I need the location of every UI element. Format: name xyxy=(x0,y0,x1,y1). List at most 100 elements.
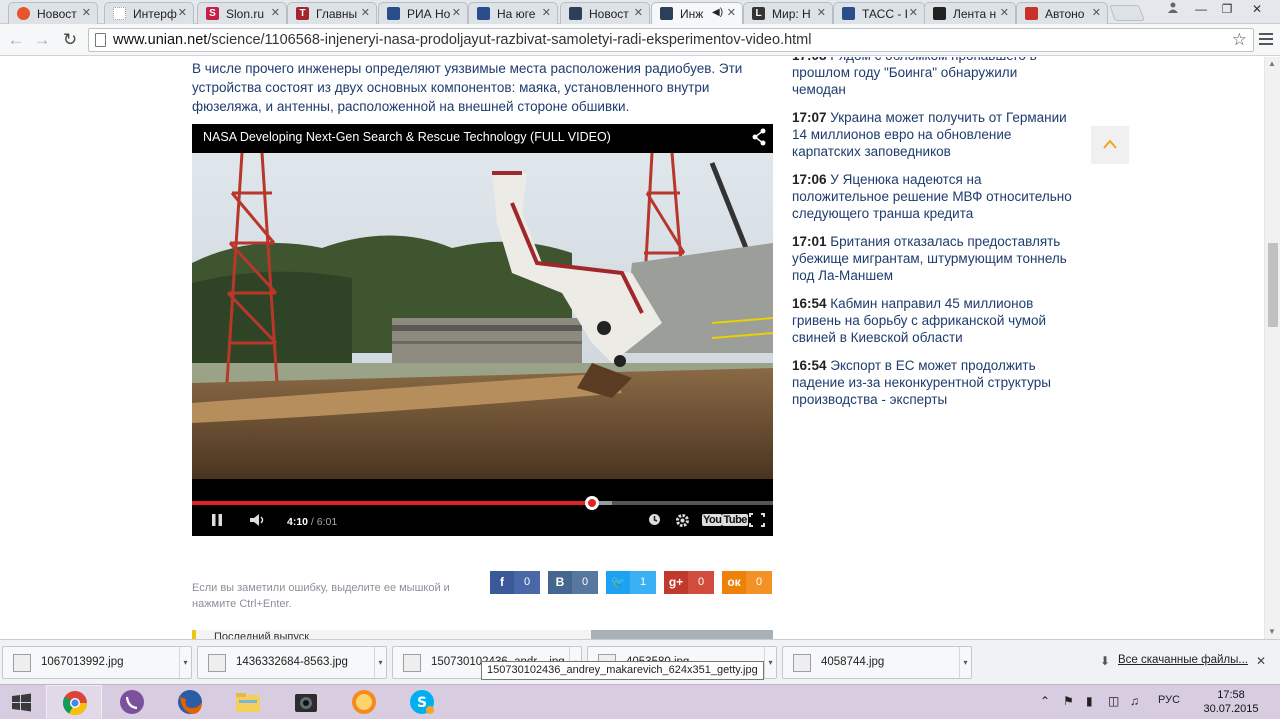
vkontakte-share-button[interactable]: В0 xyxy=(548,571,598,594)
share-icon[interactable] xyxy=(751,128,767,146)
browser-tab[interactable]: Автоно ✕ xyxy=(1016,2,1108,24)
scroll-down-icon[interactable]: ▼ xyxy=(1268,627,1276,636)
news-item[interactable]: 16:54 Кабмин направил 45 миллионов гриве… xyxy=(792,295,1074,346)
watch-later-icon[interactable] xyxy=(648,513,661,529)
tab-close-icon[interactable]: ✕ xyxy=(909,6,918,19)
chrome-menu-icon[interactable] xyxy=(1258,30,1274,50)
browser-tab[interactable]: ТАСС - I ✕ xyxy=(833,2,925,24)
close-window-icon[interactable]: ✕ xyxy=(1240,0,1274,20)
scroll-to-top-button[interactable] xyxy=(1091,126,1129,164)
twitter-share-button[interactable]: 🐦 1 xyxy=(606,571,656,594)
browser-tab[interactable]: Лента н ✕ xyxy=(924,2,1016,24)
forward-icon[interactable]: → xyxy=(32,30,52,50)
browser-tab[interactable]: Новост ✕ xyxy=(8,2,98,24)
tab-close-icon[interactable]: ✕ xyxy=(271,6,280,19)
bookmark-star-icon[interactable]: ☆ xyxy=(1232,30,1247,50)
news-item[interactable]: 17:01 Британия отказалась предоставлять … xyxy=(792,233,1074,284)
news-time: 17:07 xyxy=(792,110,827,125)
language-indicator[interactable]: РУС xyxy=(1158,694,1180,706)
pause-icon[interactable] xyxy=(210,513,224,530)
news-headline[interactable]: Рядом с обломком пропавшего в прошлом го… xyxy=(792,57,1037,97)
close-downloads-icon[interactable]: ✕ xyxy=(1256,654,1266,668)
address-url[interactable]: www.unian.net/science/1106568-injeneryi-… xyxy=(113,32,811,48)
address-bar[interactable]: www.unian.net/science/1106568-injeneryi-… xyxy=(88,28,1254,52)
restore-icon[interactable]: ❐ xyxy=(1214,0,1240,20)
browser-tab[interactable]: На юге ✕ xyxy=(468,2,558,24)
file-explorer-icon[interactable] xyxy=(220,685,276,720)
tab-close-icon[interactable]: ✕ xyxy=(361,6,370,19)
news-item[interactable]: 17:06 У Яценюка надеются на положительно… xyxy=(792,171,1074,222)
browser-tab[interactable]: РИА Но ✕ xyxy=(378,2,468,24)
tab-close-icon[interactable]: ✕ xyxy=(1092,6,1101,19)
download-menu-arrow-icon[interactable]: ▾ xyxy=(179,647,191,678)
odnoklassniki-share-button[interactable]: ок 0 xyxy=(722,571,772,594)
news-headline[interactable]: Экспорт в ЕС может продолжить падение из… xyxy=(792,358,1051,407)
firefox-icon[interactable] xyxy=(162,685,218,720)
download-item[interactable]: 4058744.jpg ▾ xyxy=(782,646,972,679)
scrollbar-thumb[interactable] xyxy=(1268,243,1278,327)
video-player[interactable]: NASA Developing Next-Gen Search & Rescue… xyxy=(192,124,773,536)
tab-close-icon[interactable]: ✕ xyxy=(727,6,736,19)
volume-tray-icon[interactable]: ♫ xyxy=(1130,694,1139,708)
news-headline[interactable]: Украина может получить от Германии 14 ми… xyxy=(792,110,1067,159)
video-title[interactable]: NASA Developing Next-Gen Search & Rescue… xyxy=(203,130,611,144)
news-item[interactable]: 17:08 Рядом с обломком пропавшего в прош… xyxy=(792,57,1074,98)
next-block-heading[interactable]: Последний выпуск xyxy=(192,630,592,639)
tab-title: На юге xyxy=(497,7,536,21)
next-block-image[interactable] xyxy=(591,630,773,639)
start-icon[interactable] xyxy=(0,685,44,720)
facebook-share-button[interactable]: f0 xyxy=(490,571,540,594)
tab-title: Лента н xyxy=(953,7,997,21)
video-progress-track[interactable] xyxy=(192,496,773,510)
youtube-logo[interactable]: You Tube xyxy=(702,514,748,526)
flag-icon[interactable]: ⚑ xyxy=(1063,694,1074,708)
browser-tab[interactable]: Новост ✕ xyxy=(560,2,650,24)
chat-app-icon[interactable] xyxy=(336,685,392,720)
scroll-up-icon[interactable]: ▲ xyxy=(1268,59,1276,68)
news-headline[interactable]: Британия отказалась предоставлять убежищ… xyxy=(792,234,1067,283)
download-item[interactable]: 1067013992.jpg ▾ xyxy=(2,646,192,679)
tab-close-icon[interactable]: ✕ xyxy=(452,6,461,19)
user-icon[interactable] xyxy=(1160,0,1186,20)
video-scrubber-handle[interactable] xyxy=(584,496,599,510)
news-headline[interactable]: Кабмин направил 45 миллионов гривень на … xyxy=(792,296,1046,345)
reload-icon[interactable]: ↻ xyxy=(60,30,80,50)
download-menu-arrow-icon[interactable]: ▾ xyxy=(764,647,776,678)
news-headline[interactable]: У Яценюка надеются на положительное реше… xyxy=(792,172,1072,221)
tab-close-icon[interactable]: ✕ xyxy=(82,6,91,19)
tab-close-icon[interactable]: ✕ xyxy=(542,6,551,19)
video-time-current: 4:10 xyxy=(287,516,309,528)
browser-tab[interactable]: T Главны ✕ xyxy=(287,2,377,24)
news-item[interactable]: 16:54 Экспорт в ЕС может продолжить паде… xyxy=(792,357,1074,408)
browser-tab[interactable]: L Мир: Н ✕ xyxy=(743,2,833,24)
video-frame[interactable] xyxy=(192,153,773,479)
download-menu-arrow-icon[interactable]: ▾ xyxy=(959,647,971,678)
download-menu-arrow-icon[interactable]: ▾ xyxy=(374,647,386,678)
minimize-icon[interactable]: — xyxy=(1188,0,1214,20)
page-scrollbar[interactable]: ▲ ▼ xyxy=(1264,57,1280,639)
tab-close-icon[interactable]: ✕ xyxy=(178,6,187,19)
camera-app-icon[interactable] xyxy=(278,685,334,720)
tray-chevron-icon[interactable]: ⌃ xyxy=(1040,694,1050,708)
skype-icon[interactable]: S xyxy=(394,685,450,720)
tab-close-icon[interactable]: ✕ xyxy=(634,6,643,19)
settings-gear-icon[interactable] xyxy=(675,513,690,531)
google-plus-share-button[interactable]: g+ 0 xyxy=(664,571,714,594)
viber-icon[interactable] xyxy=(104,685,160,720)
tab-close-icon[interactable]: ✕ xyxy=(1000,6,1009,19)
back-icon[interactable]: ← xyxy=(6,30,26,50)
network-icon[interactable]: ◫ xyxy=(1108,694,1119,708)
power-icon[interactable]: ▮ xyxy=(1086,694,1093,708)
browser-tab[interactable]: Инж ✕ ◀) xyxy=(651,2,743,24)
download-item[interactable]: 1436332684-8563.jpg ▾ xyxy=(197,646,387,679)
volume-icon[interactable] xyxy=(249,513,267,530)
news-item[interactable]: 17:07 Украина может получить от Германии… xyxy=(792,109,1074,160)
new-tab-button[interactable] xyxy=(1109,5,1145,21)
all-downloads-link[interactable]: Все скачанные файлы... xyxy=(1118,654,1248,666)
system-clock[interactable]: 17:58 30.07.2015 xyxy=(1196,688,1266,716)
browser-tab[interactable]: Интерф ✕ xyxy=(104,2,194,24)
chrome-icon[interactable] xyxy=(46,685,102,720)
tab-close-icon[interactable]: ✕ xyxy=(817,6,826,19)
browser-tab[interactable]: S Slon.ru ✕ xyxy=(197,2,287,24)
fullscreen-icon[interactable] xyxy=(749,513,765,530)
